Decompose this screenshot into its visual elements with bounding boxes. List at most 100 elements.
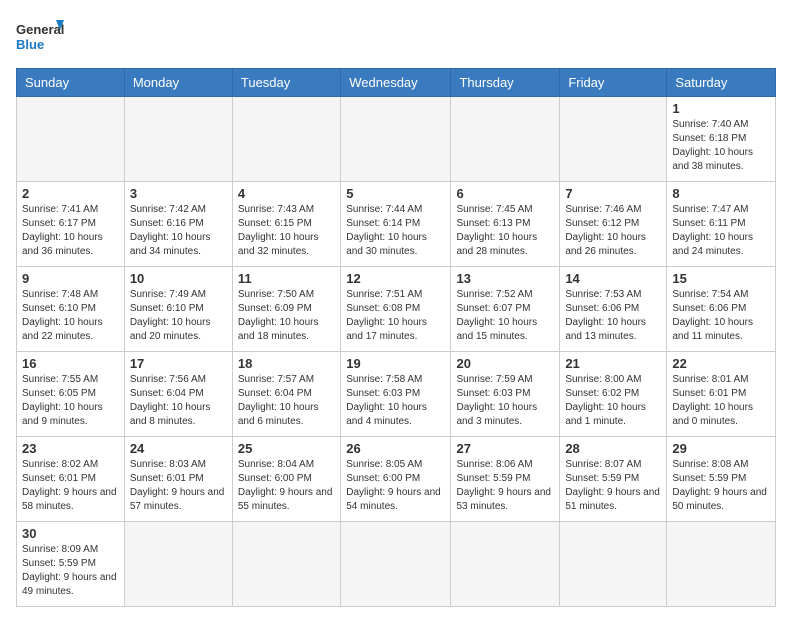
svg-text:Blue: Blue	[16, 37, 44, 52]
calendar-cell-3-2: 10Sunrise: 7:49 AMSunset: 6:10 PMDayligh…	[124, 267, 232, 352]
calendar-cell-3-4: 12Sunrise: 7:51 AMSunset: 6:08 PMDayligh…	[341, 267, 451, 352]
calendar-cell-2-7: 8Sunrise: 7:47 AMSunset: 6:11 PMDaylight…	[667, 182, 776, 267]
calendar-cell-3-6: 14 Sunrise: 7:53 AMSunset: 6:06 PMDayligh…	[560, 267, 667, 352]
day-info: Sunrise: 8:00 AMSunset: 6:02 PMDaylight:…	[565, 374, 646, 427]
calendar-cell-5-6: 28 Sunrise: 8:07 AMSunset: 5:59 PMDayligh…	[560, 437, 667, 522]
week-row-4: 16 Sunrise: 7:55 AMSunset: 6:05 PMDayligh…	[17, 352, 776, 437]
calendar-cell-1-2	[124, 97, 232, 182]
calendar-cell-6-5	[451, 522, 560, 607]
day-number: 21	[565, 356, 661, 371]
header-sunday: Sunday	[17, 69, 125, 97]
calendar-cell-2-3: 4Sunrise: 7:43 AMSunset: 6:15 PMDaylight…	[232, 182, 340, 267]
day-number: 2	[22, 186, 119, 201]
calendar-cell-1-7: 1 Sunrise: 7:40 AMSunset: 6:18 PMDaylight…	[667, 97, 776, 182]
header-tuesday: Tuesday	[232, 69, 340, 97]
day-info: Sunrise: 7:45 AMSunset: 6:13 PMDaylight:…	[456, 204, 537, 257]
calendar-cell-6-2	[124, 522, 232, 607]
day-info: Sunrise: 7:55 AMSunset: 6:05 PMDaylight:…	[22, 374, 103, 427]
calendar-cell-6-4	[341, 522, 451, 607]
day-info: Sunrise: 7:57 AMSunset: 6:04 PMDaylight:…	[238, 374, 319, 427]
day-info: Sunrise: 7:52 AMSunset: 6:07 PMDaylight:…	[456, 289, 537, 342]
calendar-cell-3-1: 9 Sunrise: 7:48 AMSunset: 6:10 PMDaylight…	[17, 267, 125, 352]
day-info: Sunrise: 8:08 AMSunset: 5:59 PMDaylight:…	[672, 459, 767, 512]
header-wednesday: Wednesday	[341, 69, 451, 97]
calendar-cell-5-3: 25 Sunrise: 8:04 AMSunset: 6:00 PMDayligh…	[232, 437, 340, 522]
week-row-3: 9 Sunrise: 7:48 AMSunset: 6:10 PMDaylight…	[17, 267, 776, 352]
day-info: Sunrise: 8:07 AMSunset: 5:59 PMDaylight:…	[565, 459, 660, 512]
day-number: 14	[565, 271, 661, 286]
svg-text:General: General	[16, 22, 64, 37]
day-number: 6	[456, 186, 554, 201]
day-info: Sunrise: 8:03 AMSunset: 6:01 PMDaylight:…	[130, 459, 225, 512]
weekday-header-row: Sunday Monday Tuesday Wednesday Thursday…	[17, 69, 776, 97]
day-info: Sunrise: 7:50 AMSunset: 6:09 PMDaylight:…	[238, 289, 319, 342]
header-thursday: Thursday	[451, 69, 560, 97]
day-number: 26	[346, 441, 445, 456]
day-number: 3	[130, 186, 227, 201]
day-info: Sunrise: 8:04 AMSunset: 6:00 PMDaylight:…	[238, 459, 333, 512]
day-info: Sunrise: 8:09 AMSunset: 5:59 PMDaylight:…	[22, 544, 117, 597]
day-number: 27	[456, 441, 554, 456]
day-number: 7	[565, 186, 661, 201]
day-number: 18	[238, 356, 335, 371]
calendar-cell-4-2: 17Sunrise: 7:56 AMSunset: 6:04 PMDayligh…	[124, 352, 232, 437]
day-info: Sunrise: 7:40 AMSunset: 6:18 PMDaylight:…	[672, 119, 753, 172]
calendar-cell-5-1: 23 Sunrise: 8:02 AMSunset: 6:01 PMDayligh…	[17, 437, 125, 522]
calendar-cell-4-4: 19 Sunrise: 7:58 AMSunset: 6:03 PMDayligh…	[341, 352, 451, 437]
logo-svg: General Blue	[16, 16, 66, 60]
calendar-cell-5-4: 26 Sunrise: 8:05 AMSunset: 6:00 PMDayligh…	[341, 437, 451, 522]
calendar-cell-4-5: 20Sunrise: 7:59 AMSunset: 6:03 PMDayligh…	[451, 352, 560, 437]
calendar-cell-4-3: 18 Sunrise: 7:57 AMSunset: 6:04 PMDayligh…	[232, 352, 340, 437]
calendar-cell-1-1	[17, 97, 125, 182]
day-number: 24	[130, 441, 227, 456]
day-number: 9	[22, 271, 119, 286]
week-row-6: 30 Sunrise: 8:09 AMSunset: 5:59 PMDayligh…	[17, 522, 776, 607]
day-info: Sunrise: 7:44 AMSunset: 6:14 PMDaylight:…	[346, 204, 427, 257]
calendar-cell-1-6	[560, 97, 667, 182]
calendar-table: Sunday Monday Tuesday Wednesday Thursday…	[16, 68, 776, 607]
day-number: 28	[565, 441, 661, 456]
day-number: 16	[22, 356, 119, 371]
day-number: 19	[346, 356, 445, 371]
calendar-body: 1 Sunrise: 7:40 AMSunset: 6:18 PMDaylight…	[17, 97, 776, 607]
day-number: 17	[130, 356, 227, 371]
calendar-cell-5-5: 27Sunrise: 8:06 AMSunset: 5:59 PMDayligh…	[451, 437, 560, 522]
week-row-1: 1 Sunrise: 7:40 AMSunset: 6:18 PMDaylight…	[17, 97, 776, 182]
calendar-cell-2-6: 7 Sunrise: 7:46 AMSunset: 6:12 PMDaylight…	[560, 182, 667, 267]
calendar-cell-3-5: 13 Sunrise: 7:52 AMSunset: 6:07 PMDayligh…	[451, 267, 560, 352]
calendar-cell-5-2: 24 Sunrise: 8:03 AMSunset: 6:01 PMDayligh…	[124, 437, 232, 522]
header-saturday: Saturday	[667, 69, 776, 97]
header-friday: Friday	[560, 69, 667, 97]
day-number: 30	[22, 526, 119, 541]
header-monday: Monday	[124, 69, 232, 97]
day-info: Sunrise: 7:49 AMSunset: 6:10 PMDaylight:…	[130, 289, 211, 342]
day-info: Sunrise: 8:01 AMSunset: 6:01 PMDaylight:…	[672, 374, 753, 427]
calendar-cell-2-1: 2Sunrise: 7:41 AMSunset: 6:17 PMDaylight…	[17, 182, 125, 267]
calendar-cell-6-1: 30 Sunrise: 8:09 AMSunset: 5:59 PMDayligh…	[17, 522, 125, 607]
day-info: Sunrise: 7:43 AMSunset: 6:15 PMDaylight:…	[238, 204, 319, 257]
day-number: 5	[346, 186, 445, 201]
page-header: General Blue	[16, 16, 776, 60]
day-number: 13	[456, 271, 554, 286]
calendar-cell-4-1: 16 Sunrise: 7:55 AMSunset: 6:05 PMDayligh…	[17, 352, 125, 437]
day-info: Sunrise: 8:02 AMSunset: 6:01 PMDaylight:…	[22, 459, 117, 512]
calendar-cell-4-7: 22 Sunrise: 8:01 AMSunset: 6:01 PMDayligh…	[667, 352, 776, 437]
calendar-cell-6-7	[667, 522, 776, 607]
day-number: 20	[456, 356, 554, 371]
day-info: Sunrise: 7:46 AMSunset: 6:12 PMDaylight:…	[565, 204, 646, 257]
day-info: Sunrise: 7:58 AMSunset: 6:03 PMDaylight:…	[346, 374, 427, 427]
day-info: Sunrise: 7:48 AMSunset: 6:10 PMDaylight:…	[22, 289, 103, 342]
calendar-cell-3-3: 11Sunrise: 7:50 AMSunset: 6:09 PMDayligh…	[232, 267, 340, 352]
logo: General Blue	[16, 16, 66, 60]
day-number: 1	[672, 101, 770, 116]
calendar-cell-1-3	[232, 97, 340, 182]
day-number: 22	[672, 356, 770, 371]
calendar-cell-5-7: 29Sunrise: 8:08 AMSunset: 5:59 PMDayligh…	[667, 437, 776, 522]
calendar-cell-3-7: 15Sunrise: 7:54 AMSunset: 6:06 PMDayligh…	[667, 267, 776, 352]
day-number: 15	[672, 271, 770, 286]
day-info: Sunrise: 8:05 AMSunset: 6:00 PMDaylight:…	[346, 459, 441, 512]
calendar-cell-1-5	[451, 97, 560, 182]
day-number: 25	[238, 441, 335, 456]
day-info: Sunrise: 7:53 AMSunset: 6:06 PMDaylight:…	[565, 289, 646, 342]
day-number: 23	[22, 441, 119, 456]
